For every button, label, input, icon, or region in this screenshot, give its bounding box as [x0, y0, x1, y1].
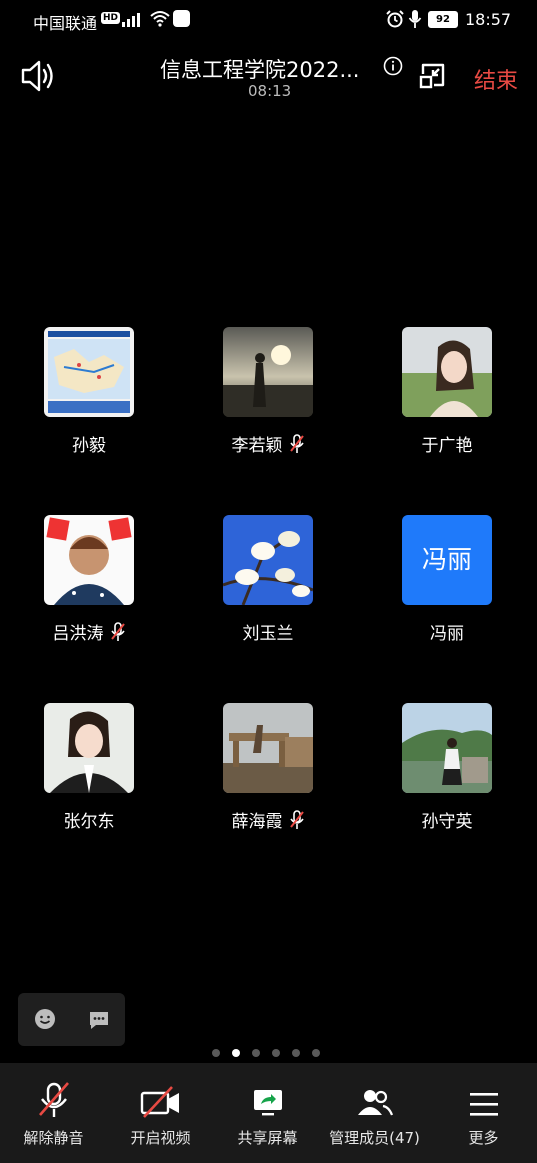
participant-tile[interactable]: 吕洪涛: [24, 515, 154, 644]
muted-mic-icon: [110, 621, 125, 641]
signal-icon: [122, 11, 140, 27]
page-indicator[interactable]: [212, 1049, 320, 1057]
hd-badge: HD: [101, 12, 121, 24]
end-meeting-button[interactable]: 结束: [474, 63, 518, 95]
participant-tile[interactable]: 孙守英: [382, 703, 512, 832]
participant-tile[interactable]: 张尔东: [24, 703, 154, 832]
participant-tile[interactable]: 李若颖: [203, 327, 333, 456]
app-notification-icon: [173, 10, 190, 27]
share-screen-button[interactable]: 共享屏幕: [214, 1063, 321, 1148]
participant-name: 孙守英: [421, 812, 473, 832]
meeting-toolbar: 解除静音 开启视频 共享屏幕 管理成员(47) 更多: [0, 1063, 537, 1163]
unmute-label: 解除静音: [23, 1129, 84, 1147]
participant-name: 张尔东: [63, 812, 115, 832]
video-off-icon: [140, 1086, 179, 1118]
start-video-label: 开启视频: [130, 1129, 191, 1147]
avatar: [223, 327, 313, 417]
status-bar: 中国联通 HD 92 18:57: [0, 0, 537, 40]
muted-mic-icon: [289, 433, 304, 453]
participant-tile[interactable]: 于广艳: [382, 327, 512, 456]
members-icon: [357, 1090, 393, 1116]
participant-name: 薛海霞: [231, 812, 283, 832]
participant-name: 李若颖: [231, 436, 283, 456]
avatar: [223, 703, 313, 793]
page-dot[interactable]: [292, 1049, 300, 1057]
page-dot[interactable]: [312, 1049, 320, 1057]
avatar: [402, 703, 492, 793]
page-dot[interactable]: [212, 1049, 220, 1057]
participant-name: 刘玉兰: [242, 624, 294, 644]
unmute-button[interactable]: 解除静音: [0, 1063, 107, 1148]
page-dot[interactable]: [272, 1049, 280, 1057]
avatar: [402, 327, 492, 417]
manage-members-label: 管理成员(47): [329, 1129, 420, 1147]
clock: 18:57: [465, 10, 512, 29]
participant-name: 于广艳: [421, 436, 473, 456]
alarm-icon: [386, 10, 404, 28]
mic-status-icon: [408, 10, 422, 28]
muted-mic-icon: [289, 809, 304, 829]
page-dot[interactable]: [252, 1049, 260, 1057]
more-button[interactable]: 更多: [430, 1063, 537, 1148]
emoji-icon[interactable]: [34, 1008, 56, 1030]
manage-members-button[interactable]: 管理成员(47): [321, 1063, 428, 1148]
chat-icon[interactable]: [88, 1010, 110, 1030]
page-dot-active[interactable]: [232, 1049, 240, 1057]
meeting-duration: 08:13: [248, 82, 292, 100]
minimize-window-icon[interactable]: [418, 60, 448, 90]
info-icon[interactable]: [383, 56, 403, 76]
reaction-panel: [18, 993, 125, 1046]
avatar: [223, 515, 313, 605]
share-screen-label: 共享屏幕: [237, 1129, 298, 1147]
participant-name: 冯丽: [430, 624, 464, 644]
battery-icon: 92: [428, 11, 458, 28]
menu-icon: [469, 1093, 498, 1116]
wifi-icon: [150, 11, 170, 27]
participant-name: 孙毅: [72, 436, 106, 456]
participant-tile[interactable]: 冯丽 冯丽: [382, 515, 512, 644]
participant-tile[interactable]: 刘玉兰: [203, 515, 333, 644]
more-label: 更多: [468, 1129, 499, 1147]
carrier-label: 中国联通: [33, 14, 98, 33]
start-video-button[interactable]: 开启视频: [107, 1063, 214, 1148]
avatar: [44, 703, 134, 793]
participant-tile[interactable]: 薛海霞: [203, 703, 333, 832]
meeting-title[interactable]: 信息工程学院2022...: [160, 54, 359, 84]
speaker-icon[interactable]: [20, 58, 56, 94]
avatar: [44, 327, 134, 417]
share-screen-icon: [253, 1090, 282, 1116]
mic-off-icon: [38, 1082, 69, 1117]
avatar: 冯丽: [402, 515, 492, 605]
participant-tile[interactable]: 孙毅: [24, 327, 154, 456]
participant-name: 吕洪涛: [52, 624, 104, 644]
avatar: [44, 515, 134, 605]
